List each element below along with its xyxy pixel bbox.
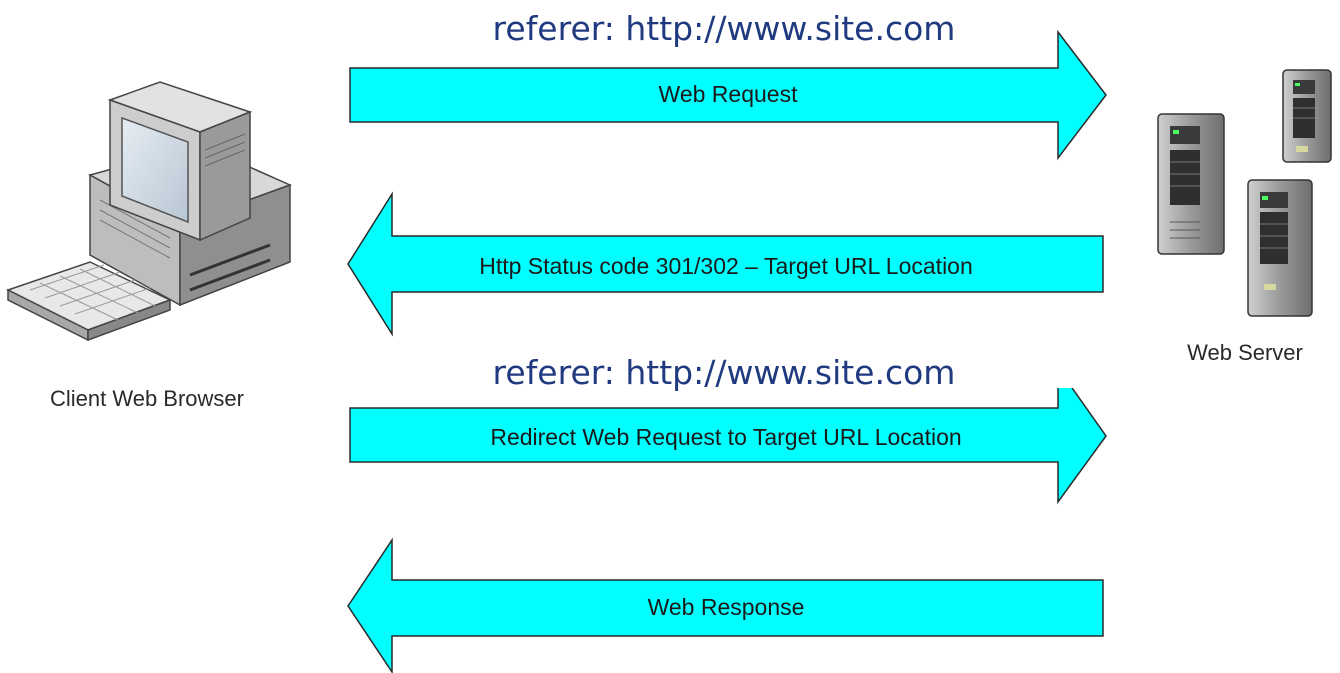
status-redirect-arrow: Http Status code 301/302 – Target URL Lo… (347, 191, 1104, 337)
web-request-label: Web Request (659, 81, 799, 107)
web-response-arrow: Web Response (347, 537, 1104, 673)
referer-middle-label: referer: http://www.site.com (493, 353, 956, 392)
server-caption: Web Server (1187, 340, 1303, 365)
redirect-flow-diagram: Web Request Http Status code 301/302 – T… (0, 0, 1340, 673)
client-caption: Client Web Browser (50, 386, 244, 411)
server-tower-icon (1157, 69, 1332, 317)
web-request-arrow: Web Request (349, 29, 1107, 161)
desktop-computer-icon (6, 81, 293, 342)
server-tower-top-right (1282, 69, 1332, 163)
referer-top-label: referer: http://www.site.com (493, 9, 956, 48)
status-redirect-label: Http Status code 301/302 – Target URL Lo… (479, 253, 973, 279)
server-tower-left (1157, 113, 1225, 255)
web-response-label: Web Response (648, 594, 805, 620)
server-tower-bottom-right (1247, 179, 1313, 317)
redirect-request-label: Redirect Web Request to Target URL Locat… (490, 424, 961, 450)
